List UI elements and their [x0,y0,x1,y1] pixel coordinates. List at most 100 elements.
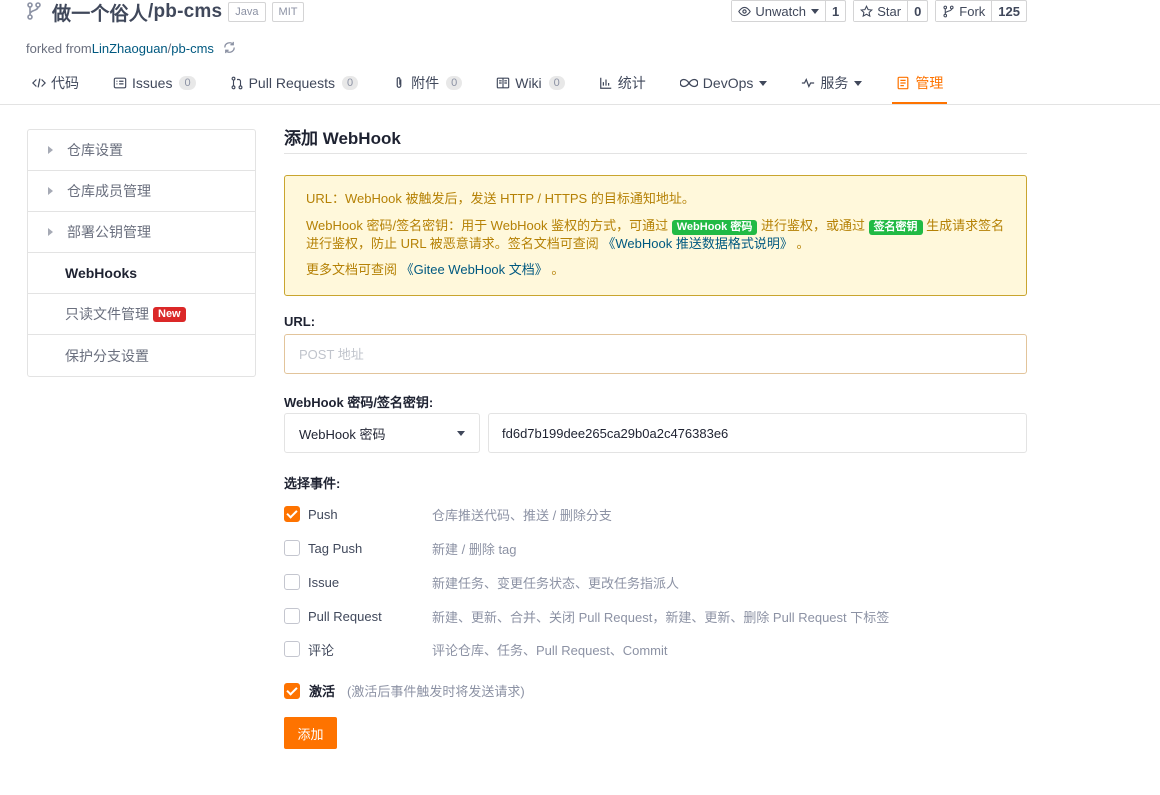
chevron-down-icon [457,430,465,436]
attachment-icon [392,76,406,90]
sidebar-item-deploy-keys[interactable]: 部署公钥管理 [28,212,255,253]
tab-issues[interactable]: Issues 0 [113,62,196,104]
fork-label: Fork [959,3,986,19]
repo-title: 做一个俗人 / pb-cms Java MIT [26,0,305,26]
event-name: 评论 [308,642,335,658]
tab-wiki[interactable]: Wiki 0 [496,62,565,104]
code-icon [32,76,46,90]
watch-count[interactable]: 1 [826,1,845,21]
devops-icon [679,76,698,90]
event-issue-checkbox[interactable] [284,574,300,590]
language-tag[interactable]: Java [228,2,266,22]
event-issue: Issue 新建任务、变更任务状态、更改任务指派人 [284,572,1027,592]
event-desc: 评论仓库、任务、Pull Request、Commit [432,642,668,658]
sidebar-item-protected-branches[interactable]: 保护分支设置 [28,335,255,376]
eye-icon [738,6,752,16]
event-desc: 新建 / 删除 tag [432,541,517,557]
new-badge: New [153,306,186,322]
caret-right-icon [48,146,53,154]
caret-right-icon [48,228,53,236]
chevron-down-icon [854,80,863,86]
events-label: 选择事件: [284,476,341,491]
url-input[interactable] [284,334,1027,374]
fork-icon [26,2,44,22]
notice-docs-line: 更多文档可查阅 《Gitee WebHook 文档》 。 [306,262,565,277]
event-name: Tag Push [308,540,363,556]
forked-from: forked from LinZhaoguan / pb-cms [26,40,238,56]
repo-owner[interactable]: 做一个俗人 [52,0,148,26]
event-pull-request: Pull Request 新建、更新、合并、关闭 Pull Request，新建… [284,606,1027,626]
tab-service[interactable]: 服务 [801,62,863,104]
star-label: Star [877,3,902,19]
sidebar-item-repo-settings[interactable]: 仓库设置 [28,130,255,171]
sidebar-item-readonly-files[interactable]: 只读文件管理 New [28,294,255,335]
settings-sidebar: 仓库设置 仓库成员管理 部署公钥管理 WebHooks 只读文件管理 New 保… [27,129,256,377]
page-title: 添加 WebHook [284,129,1027,154]
fork-button[interactable]: Fork 125 [935,0,1027,22]
event-desc: 新建、更新、合并、关闭 Pull Request，新建、更新、删除 Pull R… [432,609,890,625]
repo-tabs: 代码 Issues 0 Pull Requests 0 附件 0 Wiki 0 … [32,62,977,104]
activate-row: 激活 (激活后事件触发时将发送请求) [284,681,525,700]
secret-input[interactable] [488,413,1027,453]
secret-type-select[interactable]: WebHook 密码 [284,413,480,453]
repo-name[interactable]: pb-cms [154,1,223,23]
repo-actions: Unwatch 1 Star 0 Fork 125 [731,0,1027,22]
activate-checkbox[interactable] [284,682,300,699]
license-tag[interactable]: MIT [271,2,305,22]
tab-attachments[interactable]: 附件 0 [392,62,463,104]
sidebar-item-webhooks[interactable]: WebHooks [28,253,255,294]
event-name: Push [308,506,338,522]
star-icon [860,4,874,17]
add-webhook-button[interactable]: 添加 [284,717,337,749]
forked-repo-link[interactable]: pb-cms [171,41,214,56]
pr-count-badge: 0 [341,76,359,90]
sidebar-item-members[interactable]: 仓库成员管理 [28,171,255,212]
data-format-doc-link[interactable]: 《WebHook 推送数据格式说明》 [602,236,792,251]
event-push: Push 仓库推送代码、推送 / 删除分支 [284,504,1027,524]
tab-devops[interactable]: DevOps [679,62,768,104]
tab-pull-requests[interactable]: Pull Requests 0 [230,62,359,104]
issues-count-badge: 0 [179,76,196,90]
chevron-down-icon [759,80,768,86]
sync-icon[interactable] [222,40,238,56]
tab-stats[interactable]: 统计 [599,62,646,104]
url-label: URL: [284,314,316,329]
star-button[interactable]: Star 0 [853,0,929,22]
gitee-webhook-doc-link[interactable]: 《Gitee WebHook 文档》 [401,262,548,277]
repo-header: 做一个俗人 / pb-cms Java MIT forked from LinZ… [0,0,1160,105]
pull-request-icon [230,76,244,90]
activate-label: 激活 [309,684,336,699]
info-notice: URL：WebHook 被触发后，发送 HTTP / HTTPS 的目标通知地址… [284,175,1027,296]
fork-count[interactable]: 125 [992,1,1026,21]
chevron-down-icon [810,8,819,14]
event-name: Pull Request [308,608,382,624]
watch-button[interactable]: Unwatch 1 [731,0,847,22]
secret-type-value: WebHook 密码 [299,426,386,442]
signature-key-badge: 签名密钥 [868,220,923,235]
wiki-count-badge: 0 [548,76,565,90]
tab-manage[interactable]: 管理 [892,62,948,104]
forked-owner-link[interactable]: LinZhaoguan [92,41,168,56]
tab-code[interactable]: 代码 [32,62,79,104]
event-push-checkbox[interactable] [284,506,300,522]
service-icon [801,76,815,90]
event-comment-checkbox[interactable] [284,641,300,657]
secret-label: WebHook 密码/签名密钥: [284,395,434,410]
notice-url-line: URL：WebHook 被触发后，发送 HTTP / HTTPS 的目标通知地址… [306,191,695,206]
activate-hint: (激活后事件触发时将发送请求) [347,684,525,699]
event-desc: 新建任务、变更任务状态、更改任务指派人 [432,575,680,591]
forked-prefix: forked from [26,40,92,56]
stats-icon [599,76,613,90]
event-comment: 评论 评论仓库、任务、Pull Request、Commit [284,639,1027,659]
caret-right-icon [48,187,53,195]
event-name: Issue [308,574,340,590]
watch-label: Unwatch [755,3,806,19]
attachment-count-badge: 0 [446,76,463,90]
webhook-form: 添加 WebHook URL：WebHook 被触发后，发送 HTTP / HT… [284,129,1027,749]
event-pull-request-checkbox[interactable] [284,608,300,624]
event-tag-push-checkbox[interactable] [284,540,300,556]
notice-secret-line: WebHook 密码/签名密钥：用于 WebHook 鉴权的方式，可通过 Web… [306,218,1005,251]
fork-small-icon [943,5,954,17]
event-desc: 仓库推送代码、推送 / 删除分支 [432,507,612,523]
star-count[interactable]: 0 [908,1,927,21]
